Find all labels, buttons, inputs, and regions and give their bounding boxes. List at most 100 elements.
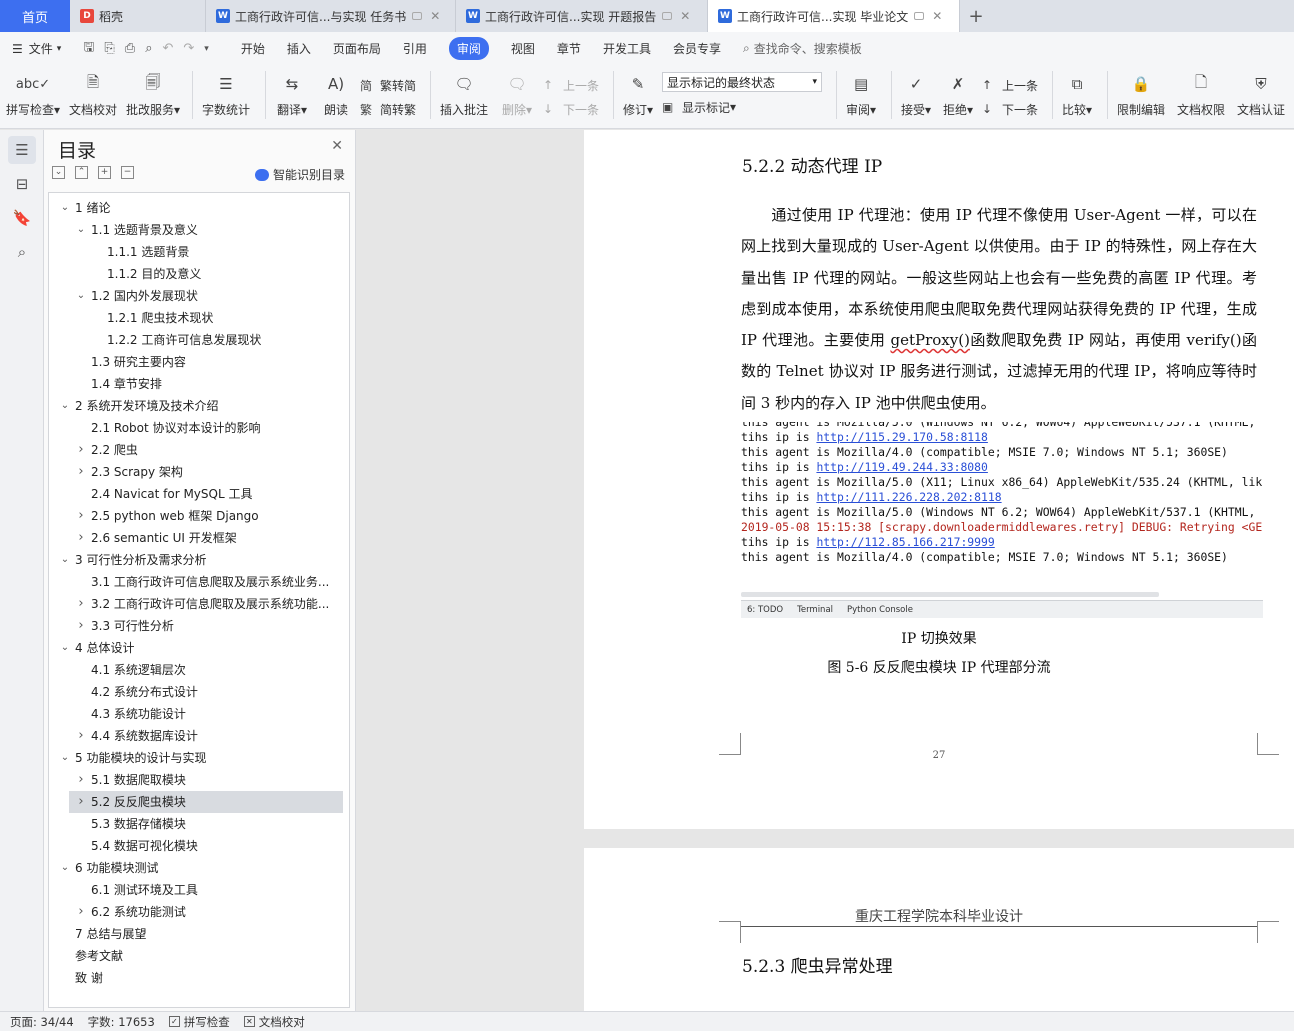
toc-item[interactable]: 参考文献 xyxy=(49,945,349,967)
chevron-down-icon[interactable]: ⌄ xyxy=(75,219,87,241)
toc-item[interactable]: 1.2.1 爬虫技术现状 xyxy=(49,307,349,329)
chevron-right-icon[interactable]: › xyxy=(75,791,87,813)
chevron-right-icon[interactable]: › xyxy=(75,769,87,791)
toc-item[interactable]: ⌄ 1 绪论 xyxy=(49,197,349,219)
close-icon[interactable]: ✕ xyxy=(680,9,690,23)
document-page[interactable]: 重庆工程学院本科毕业设计 5.2.3 爬虫异常处理 xyxy=(584,848,1294,1011)
tab-home[interactable]: 首页 xyxy=(0,0,70,32)
tab-proposal[interactable]: W 工商行政许可信...实现 开题报告 ✕ xyxy=(456,0,708,32)
toc-item[interactable]: ⌄ 1.1 选题背景及意义 xyxy=(49,219,349,241)
chevron-right-icon[interactable]: › xyxy=(75,461,87,483)
file-menu[interactable]: ☰ 文件 ▾ xyxy=(12,40,61,57)
chevron-right-icon[interactable]: › xyxy=(75,527,87,549)
next-comment-button[interactable]: ↓ 下一条 xyxy=(543,97,599,121)
menu-developer[interactable]: 开发工具 xyxy=(603,40,651,57)
document-canvas[interactable]: 5.2.2 动态代理 IP 通过使用 IP 代理池：使用 IP 代理不像使用 U… xyxy=(356,130,1294,1011)
print-icon[interactable]: ⎙ xyxy=(125,41,135,56)
translate-button[interactable]: ⇆ 翻译▾ xyxy=(272,71,312,118)
chevron-down-icon[interactable]: ⌄ xyxy=(75,285,87,307)
command-search[interactable]: ⌕ 查找命令、搜索模板 xyxy=(743,40,862,57)
markup-state-select[interactable]: 显示标记的最终状态 ▾ xyxy=(662,72,823,92)
next-revision-button[interactable]: ↓ 下一条 xyxy=(982,97,1038,121)
toc-item[interactable]: 6.1 测试环境及工具 xyxy=(49,879,349,901)
insert-comment-button[interactable]: 🗨 插入批注 xyxy=(437,71,491,118)
chevron-right-icon[interactable]: › xyxy=(75,505,87,527)
chevron-down-icon[interactable]: ⌄ xyxy=(59,395,71,417)
menu-view[interactable]: 视图 xyxy=(511,40,535,57)
menu-member[interactable]: 会员专享 xyxy=(673,40,721,57)
word-count-button[interactable]: ☰ 字数统计 xyxy=(199,71,253,118)
toc-item[interactable]: 1.1.2 目的及意义 xyxy=(49,263,349,285)
tab-thesis[interactable]: W 工商行政许可信...实现 毕业论文 ✕ xyxy=(708,0,960,32)
chevron-right-icon[interactable]: › xyxy=(75,901,87,923)
delete-comment-button[interactable]: 🗨 删除▾ xyxy=(497,71,537,118)
chevron-right-icon[interactable]: › xyxy=(75,439,87,461)
export-icon[interactable]: ⎘ xyxy=(104,41,114,56)
toc-item[interactable]: › 2.2 爬虫 xyxy=(49,439,349,461)
body-paragraph[interactable]: 通过使用 IP 代理池：使用 IP 代理不像使用 User-Agent 一样，可… xyxy=(741,200,1257,419)
review-pane-button[interactable]: ▤ 审阅▾ xyxy=(843,71,879,118)
toc-item[interactable]: 4.3 系统功能设计 xyxy=(49,703,349,725)
tab-docer[interactable]: D 稻壳 xyxy=(70,0,206,32)
compare-button[interactable]: ⧉ 比较▾ xyxy=(1059,71,1095,118)
toc-item[interactable]: ⌄ 1.2 国内外发展现状 xyxy=(49,285,349,307)
toc-item[interactable]: ⌄ 3 可行性分析及需求分析 xyxy=(49,549,349,571)
close-icon[interactable]: ✕ xyxy=(430,9,440,23)
search-icon[interactable]: ⌕ xyxy=(8,238,36,266)
toc-item[interactable]: 致 谢 xyxy=(49,967,349,989)
chevron-down-icon[interactable]: ⌄ xyxy=(59,637,71,659)
toc-item[interactable]: 2.1 Robot 协议对本设计的影响 xyxy=(49,417,349,439)
toc-item[interactable]: › 5.2 反反爬虫模块 xyxy=(69,791,343,813)
menu-home[interactable]: 开始 xyxy=(241,40,265,57)
accept-button[interactable]: ✓ 接受▾ xyxy=(898,71,934,118)
show-markup-button[interactable]: ▣ 显示标记 ▾ xyxy=(662,97,822,117)
toc-item[interactable]: 2.4 Navicat for MySQL 工具 xyxy=(49,483,349,505)
toc-item[interactable]: 1.1.1 选题背景 xyxy=(49,241,349,263)
doc-cert-button[interactable]: ⛨ 文档认证 xyxy=(1234,71,1288,118)
menu-references[interactable]: 引用 xyxy=(403,40,427,57)
toc-item[interactable]: ⌄ 4 总体设计 xyxy=(49,637,349,659)
prev-revision-button[interactable]: ↑ 上一条 xyxy=(982,73,1038,97)
save-icon[interactable]: 🖫 xyxy=(83,38,94,60)
undo-icon[interactable]: ↶ xyxy=(162,41,173,56)
toc-item[interactable]: › 3.2 工商行政许可信息爬取及展示系统功能... xyxy=(49,593,349,615)
toc-item[interactable]: ⌄ 2 系统开发环境及技术介绍 xyxy=(49,395,349,417)
bookmark-icon[interactable]: 🔖 xyxy=(8,204,36,232)
toc-item[interactable]: 1.2.2 工商许可信息发展现状 xyxy=(49,329,349,351)
trad-to-simp-button[interactable]: 简繁转简 xyxy=(360,73,416,97)
tab-task-book[interactable]: W 工商行政许可信...与实现 任务书 ✕ xyxy=(206,0,456,32)
toc-item[interactable]: › 2.3 Scrapy 架构 xyxy=(49,461,349,483)
chevron-down-icon[interactable]: ⌄ xyxy=(59,857,71,879)
prev-comment-button[interactable]: ↑ 上一条 xyxy=(543,73,599,97)
correction-service-button[interactable]: 🗐 批改服务▾ xyxy=(126,71,180,118)
toc-item[interactable]: ⌄ 5 功能模块的设计与实现 xyxy=(49,747,349,769)
toc-item[interactable]: › 3.3 可行性分析 xyxy=(49,615,349,637)
menu-section[interactable]: 章节 xyxy=(557,40,581,57)
close-icon[interactable]: ✕ xyxy=(932,9,942,23)
toc-item[interactable]: › 6.2 系统功能测试 xyxy=(49,901,349,923)
expand-all-icon[interactable]: ⌄ xyxy=(52,166,65,179)
toc-item[interactable]: 4.2 系统分布式设计 xyxy=(49,681,349,703)
chevron-down-icon[interactable]: ⌄ xyxy=(59,197,71,219)
doc-rights-button[interactable]: 🗋 文档权限 xyxy=(1174,71,1228,118)
collapse-all-icon[interactable]: ⌃ xyxy=(75,166,88,179)
toc-item[interactable]: › 2.5 python web 框架 Django xyxy=(49,505,349,527)
track-changes-button[interactable]: ✎ 修订▾ xyxy=(620,71,656,118)
doc-check-button[interactable]: 🗎 文档校对 xyxy=(66,71,120,118)
toc-item[interactable]: › 5.1 数据爬取模块 xyxy=(49,769,349,791)
toc-item[interactable]: › 4.4 系统数据库设计 xyxy=(49,725,349,747)
status-doc-check[interactable]: ✕ 文档校对 xyxy=(243,1014,305,1030)
toc-item[interactable]: 1.4 章节安排 xyxy=(49,373,349,395)
close-icon[interactable]: ✕ xyxy=(331,138,343,154)
toc-item[interactable]: 5.4 数据可视化模块 xyxy=(49,835,349,857)
remove-heading-icon[interactable]: − xyxy=(121,166,134,179)
word-count-indicator[interactable]: 字数: 17653 xyxy=(88,1014,155,1030)
toc-item[interactable]: 4.1 系统逻辑层次 xyxy=(49,659,349,681)
status-spell-check[interactable]: ✓ 拼写检查 xyxy=(168,1014,230,1030)
chevron-down-icon[interactable]: ⌄ xyxy=(59,747,71,769)
read-aloud-button[interactable]: A) 朗读 xyxy=(318,71,354,118)
menu-review[interactable]: 审阅 xyxy=(448,37,489,60)
new-tab-button[interactable]: + xyxy=(960,0,992,32)
chevron-right-icon[interactable]: › xyxy=(75,593,87,615)
menu-insert[interactable]: 插入 xyxy=(287,40,311,57)
